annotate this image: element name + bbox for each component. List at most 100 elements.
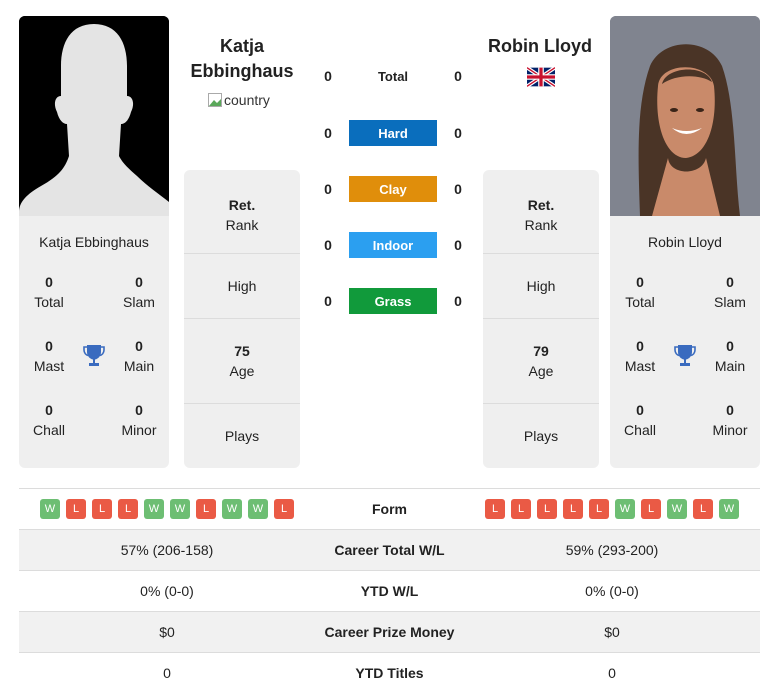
prize-label: Career Prize Money	[324, 624, 455, 640]
prize-row: $0 Career Prize Money $0	[19, 611, 760, 652]
player1-age: 75 Age	[184, 319, 300, 404]
player2-ytd-wl: 0% (0-0)	[585, 583, 639, 599]
form-badge-win[interactable]: W	[667, 499, 687, 519]
player2-form: LLLLLWLWLW	[464, 499, 760, 519]
player2-card: Robin Lloyd 0 Total 0 Slam 0 Mast 0 Main 0 Ch…	[610, 16, 760, 468]
form-badge-loss[interactable]: L	[485, 499, 505, 519]
form-badge-loss[interactable]: L	[693, 499, 713, 519]
player1-career-wl: 57% (206-158)	[120, 542, 214, 558]
h2h-hard-p2: 0	[454, 125, 462, 141]
form-label: Form	[372, 501, 407, 517]
silhouette-icon	[19, 16, 169, 216]
form-badge-loss[interactable]: L	[118, 499, 138, 519]
player1-country-flag: country	[208, 92, 270, 108]
h2h-total-p2: 0	[454, 68, 462, 84]
ytd-wl-label: YTD W/L	[360, 583, 419, 599]
form-row: WLLLWWLWWL Form LLLLLWLWLW	[19, 488, 760, 529]
h2h-total-row: 0 Total 0	[318, 63, 468, 89]
surface-badge-grass: Grass	[349, 288, 437, 314]
form-badge-win[interactable]: W	[144, 499, 164, 519]
player1-prize: $0	[159, 624, 175, 640]
form-badge-loss[interactable]: L	[274, 499, 294, 519]
h2h-indoor-p2: 0	[454, 237, 462, 253]
player2-prize: $0	[604, 624, 620, 640]
h2h-hard-p1: 0	[324, 125, 332, 141]
player2-age: 79 Age	[483, 319, 599, 404]
player2-titles-slam: 0 Slam	[714, 274, 746, 310]
surface-badge-indoor: Indoor	[349, 232, 437, 258]
player1-titles-mast: 0 Mast	[33, 338, 65, 374]
player2-card-name[interactable]: Robin Lloyd	[610, 234, 760, 250]
form-badge-win[interactable]: W	[719, 499, 739, 519]
form-badge-win[interactable]: W	[40, 499, 60, 519]
form-badge-win[interactable]: W	[170, 499, 190, 519]
player2-titles-main: 0 Main	[714, 338, 746, 374]
player1-card: Katja Ebbinghaus 0 Total 0 Slam 0 Mast 0 Mai…	[19, 16, 169, 468]
form-badge-win[interactable]: W	[615, 499, 635, 519]
player1-form: WLLLWWLWWL	[19, 499, 315, 519]
player1-info-panel: Ret. Rank High 75 Age Plays	[184, 170, 300, 468]
career-wl-label: Career Total W/L	[334, 542, 445, 558]
player2-info-panel: Ret. Rank High 79 Age Plays	[483, 170, 599, 468]
player2-career-wl: 59% (293-200)	[565, 542, 659, 558]
h2h-clay-p2: 0	[454, 181, 462, 197]
player1-photo[interactable]	[19, 16, 169, 216]
player1-titles-minor: 0 Minor	[121, 402, 157, 438]
ytd-titles-row: 0 YTD Titles 0	[19, 652, 760, 693]
player1-ytd-titles: 0	[163, 665, 171, 681]
player2-titles: 0 Total 0 Slam 0 Mast 0 Main 0 Chall 0 Minor	[610, 272, 760, 440]
form-badge-loss[interactable]: L	[537, 499, 557, 519]
form-badge-loss[interactable]: L	[589, 499, 609, 519]
form-badge-win[interactable]: W	[248, 499, 268, 519]
form-badge-loss[interactable]: L	[196, 499, 216, 519]
h2h-clay-p1: 0	[324, 181, 332, 197]
surface-badge-clay: Clay	[349, 176, 437, 202]
player1-ytd-wl: 0% (0-0)	[140, 583, 194, 599]
player2-ytd-titles: 0	[608, 665, 616, 681]
trophy-icon	[79, 336, 109, 376]
form-badge-loss[interactable]: L	[511, 499, 531, 519]
h2h-total-label: Total	[377, 68, 409, 84]
player1-titles-total: 0 Total	[34, 274, 64, 310]
uk-flag-icon	[525, 66, 557, 92]
h2h-grass-p1: 0	[324, 293, 332, 309]
player1-card-name[interactable]: Katja Ebbinghaus	[19, 234, 169, 250]
ytd-wl-row: 0% (0-0) YTD W/L 0% (0-0)	[19, 570, 760, 611]
player1-titles-chall: 0 Chall	[33, 402, 65, 438]
player2-titles-chall: 0 Chall	[624, 402, 656, 438]
h2h-indoor-row: 0 Indoor 0	[318, 232, 468, 258]
player2-rank: Ret. Rank	[483, 170, 599, 254]
surface-badge-hard: Hard	[349, 120, 437, 146]
player1-plays: Plays	[224, 428, 260, 444]
player1-rank: Ret. Rank	[184, 170, 300, 254]
ytd-titles-label: YTD Titles	[355, 665, 424, 681]
player2-plays: Plays	[523, 428, 559, 444]
h2h-clay-row: 0 Clay 0	[318, 176, 468, 202]
player-portrait-icon	[610, 16, 760, 216]
player2-photo[interactable]	[610, 16, 760, 216]
form-badge-loss[interactable]: L	[641, 499, 661, 519]
h2h-total-p1: 0	[324, 68, 332, 84]
player2-name-heading[interactable]: Robin Lloyd	[482, 34, 598, 59]
form-badge-loss[interactable]: L	[563, 499, 583, 519]
player2-titles-mast: 0 Mast	[624, 338, 656, 374]
h2h-hard-row: 0 Hard 0	[318, 120, 468, 146]
form-badge-win[interactable]: W	[222, 499, 242, 519]
career-wl-row: 57% (206-158) Career Total W/L 59% (293-…	[19, 529, 760, 570]
form-badge-loss[interactable]: L	[66, 499, 86, 519]
player1-titles: 0 Total 0 Slam 0 Mast 0 Main 0 Chall 0 Minor	[19, 272, 169, 440]
form-badge-loss[interactable]: L	[92, 499, 112, 519]
comparison-table: WLLLWWLWWL Form LLLLLWLWLW 57% (206-158)…	[19, 488, 760, 693]
h2h-indoor-p1: 0	[324, 237, 332, 253]
player2-titles-minor: 0 Minor	[712, 402, 748, 438]
h2h-grass-row: 0 Grass 0	[318, 288, 468, 314]
player1-high: High	[184, 254, 300, 319]
h2h-grass-p2: 0	[454, 293, 462, 309]
trophy-icon	[670, 336, 700, 376]
player1-name-heading[interactable]: Katja Ebbinghaus	[184, 34, 300, 84]
player2-titles-total: 0 Total	[625, 274, 655, 310]
broken-image-icon	[208, 93, 222, 107]
player1-titles-main: 0 Main	[123, 338, 155, 374]
player2-high: High	[483, 254, 599, 319]
player1-titles-slam: 0 Slam	[123, 274, 155, 310]
